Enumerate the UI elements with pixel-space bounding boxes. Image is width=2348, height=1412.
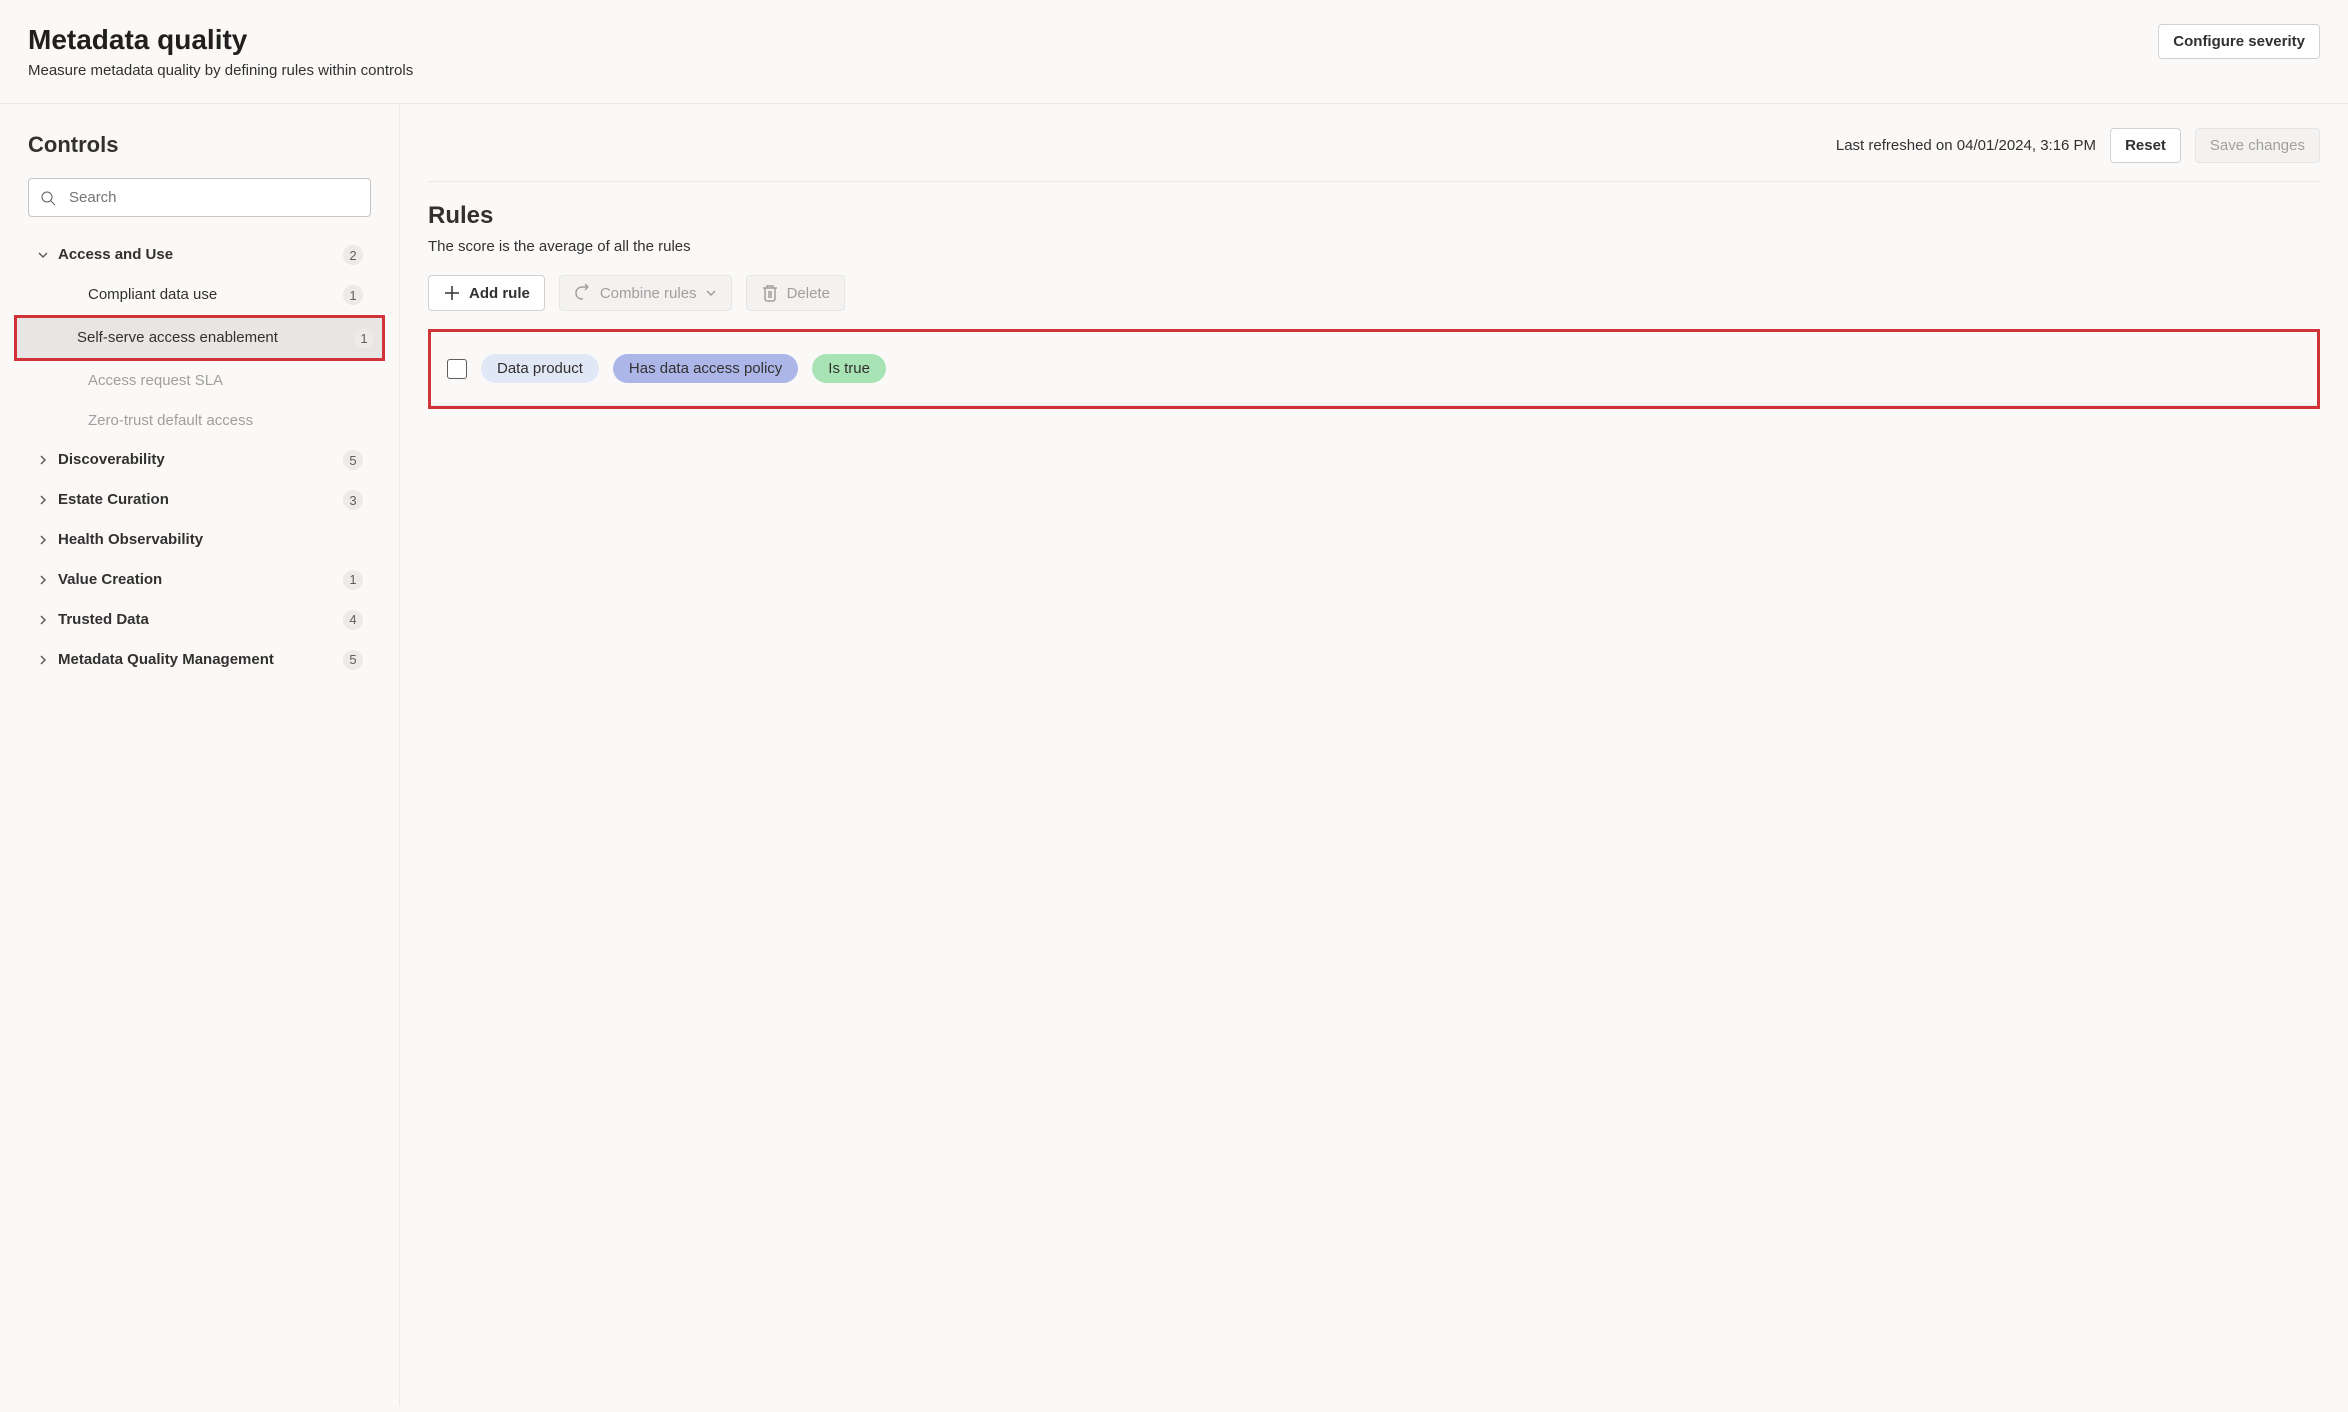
chevron-right-icon (36, 453, 50, 467)
controls-sidebar: Controls Access and Use 2 Compliant data u… (0, 104, 400, 1406)
trash-icon (761, 284, 779, 302)
combine-rules-label: Combine rules (600, 285, 697, 302)
tree-child[interactable]: Self-serve access enablement 1 (17, 318, 382, 358)
rule-checkbox[interactable] (447, 359, 467, 379)
search-icon (40, 190, 56, 206)
rules-list: Data product Has data access policy Is tru… (428, 329, 2320, 409)
tree-group[interactable]: Discoverability 5 (28, 440, 371, 480)
content-topbar: Last refreshed on 04/01/2024, 3:16 PM Re… (428, 128, 2320, 182)
delete-button: Delete (746, 275, 845, 311)
tree-group[interactable]: Trusted Data 4 (28, 600, 371, 640)
chevron-right-icon (36, 573, 50, 587)
tree-child-label: Access request SLA (88, 371, 223, 391)
add-rule-button[interactable]: Add rule (428, 275, 545, 311)
plus-icon (443, 284, 461, 302)
count-badge: 5 (343, 650, 363, 670)
chevron-right-icon (36, 533, 50, 547)
controls-tree: Access and Use 2 Compliant data use 1 Self-s… (28, 235, 371, 680)
tree-child-label: Zero-trust default access (88, 411, 253, 431)
tree-group-label: Trusted Data (58, 610, 149, 630)
delete-label: Delete (787, 285, 830, 302)
page-title: Metadata quality (28, 24, 2158, 56)
tree-group[interactable]: Value Creation 1 (28, 560, 371, 600)
count-badge: 1 (354, 328, 374, 348)
rule-row[interactable]: Data product Has data access policy Is tru… (431, 332, 2317, 406)
tree-child-label: Self-serve access enablement (77, 328, 278, 348)
tree-group-label: Estate Curation (58, 490, 169, 510)
tree-group[interactable]: Health Observability (28, 520, 371, 560)
add-rule-label: Add rule (469, 285, 530, 302)
tree-group[interactable]: Estate Curation 3 (28, 480, 371, 520)
combine-icon (574, 284, 592, 302)
search-input[interactable] (28, 178, 371, 217)
chevron-right-icon (36, 653, 50, 667)
rules-title: Rules (428, 202, 2320, 230)
rule-pill: Data product (481, 354, 599, 383)
last-refreshed-text: Last refreshed on 04/01/2024, 3:16 PM (1836, 137, 2096, 154)
highlight-annotation: Data product Has data access policy Is tru… (428, 329, 2320, 409)
tree-group-label: Health Observability (58, 530, 203, 550)
chevron-down-icon (705, 287, 717, 299)
configure-severity-button[interactable]: Configure severity (2158, 24, 2320, 59)
rules-toolbar: Add rule Combine rules Delete (428, 275, 2320, 311)
tree-group-label: Value Creation (58, 570, 162, 590)
page-subtitle: Measure metadata quality by defining rul… (28, 62, 2158, 79)
save-changes-button: Save changes (2195, 128, 2320, 163)
tree-group-label: Access and Use (58, 245, 173, 265)
content-pane: Last refreshed on 04/01/2024, 3:16 PM Re… (400, 104, 2348, 1406)
rule-pill: Has data access policy (613, 354, 798, 383)
highlight-annotation: Self-serve access enablement 1 (14, 315, 385, 361)
rule-pill: Is true (812, 354, 886, 383)
combine-rules-button: Combine rules (559, 275, 732, 311)
tree-child[interactable]: Compliant data use 1 (28, 275, 371, 315)
tree-group[interactable]: Access and Use 2 (28, 235, 371, 275)
tree-group-label: Metadata Quality Management (58, 650, 274, 670)
count-badge: 1 (343, 570, 363, 590)
sidebar-title: Controls (28, 132, 371, 158)
count-badge: 3 (343, 490, 363, 510)
count-badge: 1 (343, 285, 363, 305)
reset-button[interactable]: Reset (2110, 128, 2181, 163)
rules-subtitle: The score is the average of all the rule… (428, 238, 2320, 255)
tree-group[interactable]: Metadata Quality Management 5 (28, 640, 371, 680)
tree-group-label: Discoverability (58, 450, 165, 470)
chevron-right-icon (36, 493, 50, 507)
chevron-right-icon (36, 613, 50, 627)
count-badge: 5 (343, 450, 363, 470)
tree-child[interactable]: Zero-trust default access (28, 401, 371, 441)
count-badge: 2 (343, 245, 363, 265)
chevron-down-icon (36, 248, 50, 262)
tree-child-label: Compliant data use (88, 285, 217, 305)
count-badge: 4 (343, 610, 363, 630)
tree-child[interactable]: Access request SLA (28, 361, 371, 401)
page-header: Metadata quality Measure metadata qualit… (0, 0, 2348, 104)
